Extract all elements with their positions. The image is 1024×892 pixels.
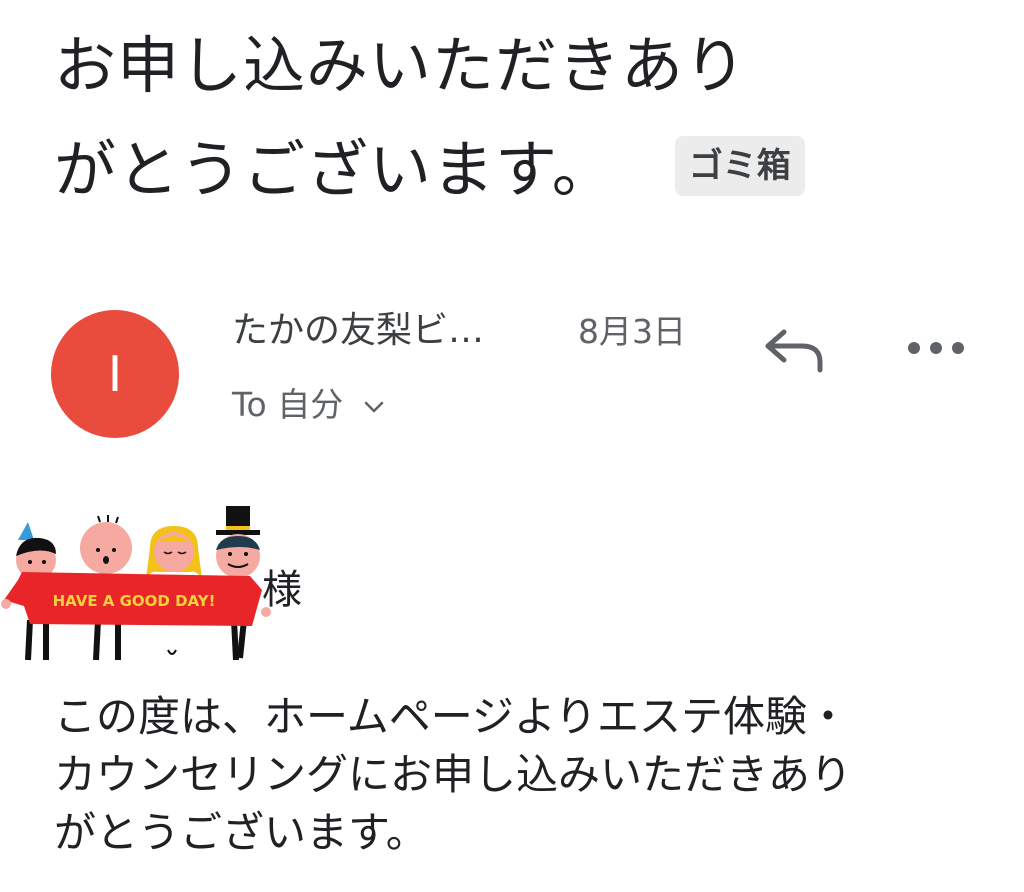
sender-avatar[interactable]: I xyxy=(51,310,179,438)
greeting-suffix: 様 xyxy=(262,567,302,613)
subject-line-1: お申し込みいただきあり xyxy=(54,29,748,102)
more-options-icon[interactable] xyxy=(904,330,968,366)
trash-label-chip[interactable]: ゴミ箱 xyxy=(674,135,805,196)
body-line-3: がとうございます。 xyxy=(54,808,428,857)
banner-text: HAVE A GOOD DAY! xyxy=(53,592,216,610)
chevron-down-icon xyxy=(364,401,383,412)
recipient-label: To 自分 xyxy=(232,385,344,424)
subject-line-2-text: がとうございます。 xyxy=(54,133,615,206)
email-date: 8月3日 xyxy=(578,312,686,351)
reply-icon[interactable] xyxy=(762,320,826,376)
email-body: この度は、ホームページよりエステ体験・ カウンセリングにお申し込みいただきあり … xyxy=(54,688,984,862)
sender-name[interactable]: たかの友梨ビ… xyxy=(232,306,484,356)
recipient-details-toggle[interactable]: To 自分 xyxy=(232,380,388,430)
email-subject: お申し込みいただきあり がとうございます。 ゴミ箱 xyxy=(54,14,954,222)
banner: HAVE A GOOD DAY! xyxy=(1,572,271,626)
body-line-1: この度は、ホームページよりエステ体験・ xyxy=(54,692,850,741)
body-line-2: カウンセリングにお申し込みいただきあり xyxy=(54,750,853,799)
subject-line-2: がとうございます。 ゴミ箱 xyxy=(54,118,954,222)
